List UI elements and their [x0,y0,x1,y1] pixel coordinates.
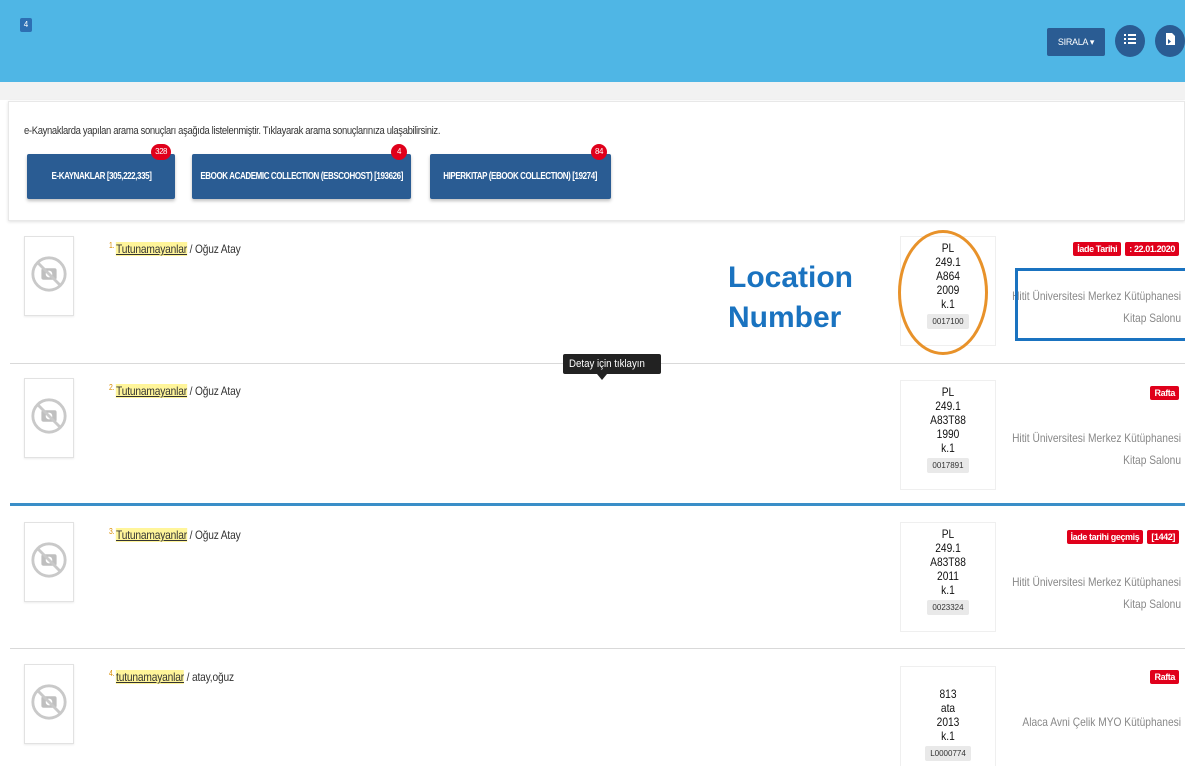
call-number-line: PL [941,527,955,541]
call-number-line: A83T88 [930,555,966,569]
status-badge: Rafta [1150,386,1179,400]
result-author: / Oğuz Atay [186,242,241,256]
result-title-line: 4. tutunamayanlar / atay,oğuz [109,669,234,684]
call-number-line: PL [941,385,955,399]
result-title-link[interactable]: Tutunamayanlar [116,528,187,542]
call-number-line: ata [940,701,956,715]
result-number: 4. [109,669,115,678]
result-title-line: 3. Tutunamayanlar / Oğuz Atay [109,527,241,542]
library-name: Alaca Avni Çelik MYO Kütüphanesi [1022,715,1181,729]
call-number-line: A83T88 [930,413,966,427]
list-icon [1123,32,1137,51]
library-location: Kitap Salonu [1123,597,1181,611]
no-image-thumbnail[interactable] [24,378,74,458]
hiperkitap-button[interactable]: HIPERKITAP (EBOOK COLLECTION) [19274] 84 [430,144,611,199]
status-badges: Rafta [1150,670,1179,684]
annotation-line: Location [728,261,853,294]
result-title-line: 1. Tutunamayanlar / Oğuz Atay [109,241,241,256]
ebook-academic-count-badge: 4 [391,144,407,160]
result-author: / Oğuz Atay [186,384,241,398]
no-image-thumbnail[interactable] [24,522,74,602]
status-badges: İade tarihi geçmiş [1442] [1066,530,1179,544]
no-image-icon [30,255,68,298]
result-number: 3. [109,527,115,536]
barcode-label: 0017891 [927,458,969,473]
sub-bar [0,82,1185,100]
library-name: Hitit Üniversitesi Merkez Kütüphanesi [1012,575,1181,589]
result-count-badge: 4 [20,18,32,32]
result-number: 1. [109,241,115,250]
due-date-badge: : 22.01.2020 [1125,242,1179,256]
status-badges: Rafta [1150,386,1179,400]
ekaynaklar-button-label: E-KAYNAKLAR [305,222,335] [51,171,151,182]
call-number-line: 2011 [937,569,959,583]
status-badge: İade tarihi geçmiş [1066,530,1144,544]
barcode-label: L0000774 [925,746,971,761]
result-title-line: 2. Tutunamayanlar / Oğuz Atay [109,383,241,398]
overdue-days-badge: [1442] [1147,530,1179,544]
call-number-box: PL 249.1 A83T88 2011 k.1 0023324 [900,522,996,632]
result-title-link[interactable]: Tutunamayanlar [116,384,187,398]
call-number-line: 249.1 [935,541,961,555]
call-number-line: 249.1 [935,399,961,413]
ekaynak-info-text: e-Kaynaklarda yapılan arama sonuçları aş… [24,125,441,137]
call-number-line: k.1 [941,441,955,455]
document-export-icon [1163,32,1177,51]
ekaynak-panel: e-Kaynaklarda yapılan arama sonuçları aş… [8,101,1185,221]
sort-button[interactable]: SIRALA ▾ [1047,28,1105,56]
ekaynaklar-button[interactable]: E-KAYNAKLAR [305,222,335] 328 [27,144,175,199]
result-author: / Oğuz Atay [186,528,241,542]
hiperkitap-button-label: HIPERKITAP (EBOOK COLLECTION) [19274] [443,171,598,182]
call-number-box: 813 ata 2013 k.1 L0000774 [900,666,996,766]
ebook-academic-button-label: EBOOK ACADEMIC COLLECTION (EBSCOHOST) [1… [200,171,403,182]
annotation-rectangle [1015,268,1185,341]
list-view-button[interactable] [1115,25,1145,57]
call-number-line: k.1 [941,729,955,743]
no-image-icon [30,541,68,584]
status-badge: Rafta [1150,670,1179,684]
detail-tooltip: Detay için tıklayın [563,354,662,380]
call-number-line: 2013 [936,715,960,729]
status-badge: İade Tarihi [1073,242,1122,256]
no-image-icon [30,683,68,726]
no-image-thumbnail[interactable] [24,236,74,316]
library-location: Kitap Salonu [1123,453,1181,467]
row-divider [10,648,1185,649]
annotation-line: Number [728,301,842,334]
location-number-annotation: Location Number [728,258,853,338]
annotation-oval [898,230,988,355]
hiperkitap-count-badge: 84 [591,144,607,160]
result-author: / atay,oğuz [183,670,234,684]
result-title-link[interactable]: Tutunamayanlar [116,242,187,256]
call-number-line: 813 [939,687,957,701]
tooltip-text: Detay için tıklayın [569,358,645,370]
status-badges: İade Tarihi : 22.01.2020 [1073,242,1179,256]
ebook-academic-button[interactable]: EBOOK ACADEMIC COLLECTION (EBSCOHOST) [1… [192,144,411,199]
no-image-thumbnail[interactable] [24,664,74,744]
call-number-line: k.1 [941,583,955,597]
export-button[interactable] [1155,25,1185,57]
ekaynaklar-count-badge: 328 [151,144,171,160]
row-divider [10,503,1185,506]
no-image-icon [30,397,68,440]
result-title-link[interactable]: tutunamayanlar [116,670,184,684]
top-bar: 4 SIRALA ▾ [0,0,1185,82]
library-name: Hitit Üniversitesi Merkez Kütüphanesi [1012,431,1181,445]
call-number-box: PL 249.1 A83T88 1990 k.1 0017891 [900,380,996,490]
call-number-line: 1990 [936,427,960,441]
result-number: 2. [109,383,115,392]
barcode-label: 0023324 [927,600,969,615]
